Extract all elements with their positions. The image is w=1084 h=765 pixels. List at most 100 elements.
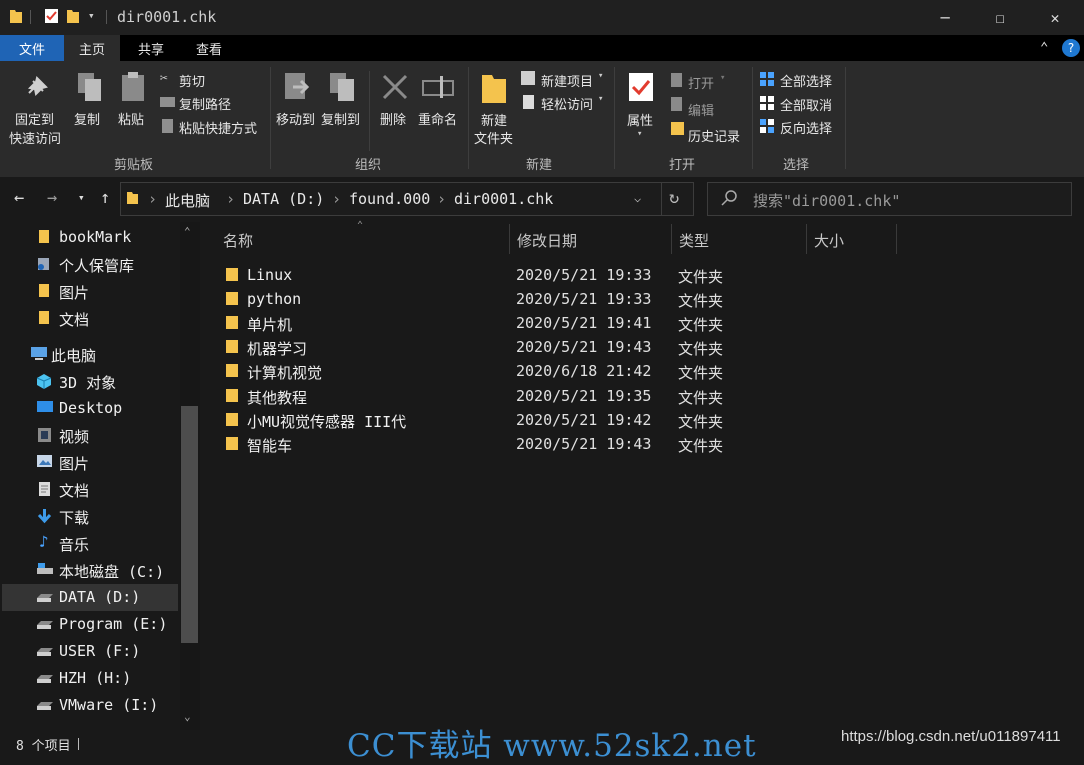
column-divider[interactable] xyxy=(509,224,510,254)
file-row[interactable]: python 2020/5/21 19:33 文件夹 xyxy=(217,287,817,311)
scroll-down-icon[interactable]: ⌄ xyxy=(184,710,191,723)
copy-path-button[interactable]: 复制路径 xyxy=(179,94,231,113)
sidebar-item-documents-quick[interactable]: 文档 xyxy=(2,305,178,332)
file-modified: 2020/5/21 19:43 xyxy=(516,435,652,453)
chevron-down-icon[interactable]: ▾ xyxy=(637,129,642,139)
column-header-size[interactable]: 大小 xyxy=(814,230,844,251)
sidebar-item-desktop[interactable]: Desktop xyxy=(2,395,178,422)
sort-indicator-icon: ⌃ xyxy=(357,220,364,231)
address-dropdown-icon[interactable]: ⌵ xyxy=(634,191,641,205)
file-row[interactable]: Linux 2020/5/21 19:33 文件夹 xyxy=(217,263,817,287)
sidebar-item-drive-h[interactable]: HZH (H:) xyxy=(2,665,178,692)
properties-quick-icon[interactable] xyxy=(44,8,60,24)
column-divider[interactable] xyxy=(806,224,807,254)
column-divider[interactable] xyxy=(896,224,897,254)
properties-button[interactable]: 属性 xyxy=(627,110,653,129)
organize-group-label: 组织 xyxy=(355,158,382,173)
paste-button[interactable]: 粘贴 xyxy=(118,109,144,128)
new-folder-quick-icon[interactable] xyxy=(66,8,80,24)
rename-button[interactable]: 重命名 xyxy=(418,109,457,128)
history-button[interactable]: 历史记录 xyxy=(688,126,740,145)
sidebar-item-pictures-quick[interactable]: 图片 xyxy=(2,278,178,305)
sidebar-item-drive-f[interactable]: USER (F:) xyxy=(2,638,178,665)
breadcrumb-found[interactable]: found.000 xyxy=(349,190,430,208)
select-none-button[interactable]: 全部取消 xyxy=(780,95,832,114)
sidebar-item-drive-c[interactable]: 本地磁盘 (C:) xyxy=(2,557,178,584)
column-header-type[interactable]: 类型 xyxy=(679,230,709,251)
customize-quick-access-icon[interactable]: ▾ xyxy=(88,9,95,22)
cut-button[interactable]: 剪切 xyxy=(179,71,205,90)
tab-view[interactable]: 查看 xyxy=(180,35,238,61)
tab-file[interactable]: 文件 xyxy=(0,35,64,61)
maximize-button[interactable]: ☐ xyxy=(977,0,1023,35)
sidebar-item-drive-d[interactable]: DATA (D:) xyxy=(2,584,178,611)
up-arrow-icon[interactable]: ↑ xyxy=(100,188,110,208)
back-arrow-icon[interactable]: ← xyxy=(14,188,24,208)
forward-arrow-icon[interactable]: → xyxy=(47,188,57,208)
file-row[interactable]: 机器学习 2020/5/21 19:43 文件夹 xyxy=(217,335,817,359)
column-header-modified[interactable]: 修改日期 xyxy=(517,230,577,251)
sidebar-item-drive-i[interactable]: VMware (I:) xyxy=(2,692,178,719)
breadcrumb-separator-icon[interactable]: › xyxy=(148,190,157,208)
scroll-up-icon[interactable]: ⌃ xyxy=(184,225,191,238)
open-button[interactable]: 打开 xyxy=(688,73,714,92)
breadcrumb-this-pc[interactable]: 此电脑 xyxy=(165,190,210,211)
chevron-down-icon[interactable]: ▾ xyxy=(720,73,725,83)
edit-button[interactable]: 编辑 xyxy=(688,100,714,119)
file-row[interactable]: 计算机视觉 2020/6/18 21:42 文件夹 xyxy=(217,359,817,383)
column-header-name[interactable]: 名称 xyxy=(223,230,253,251)
sidebar-item-label: 视频 xyxy=(59,428,90,446)
copy-to-button[interactable]: 复制到 xyxy=(321,109,360,128)
sidebar-item-drive-e[interactable]: Program (E:) xyxy=(2,611,178,638)
file-row[interactable]: 小MU视觉传感器 III代 2020/5/21 19:42 文件夹 xyxy=(217,408,817,432)
desktop-icon xyxy=(36,400,54,414)
breadcrumb-drive[interactable]: DATA (D:) xyxy=(243,190,324,208)
new-folder-label-1[interactable]: 新建 xyxy=(481,110,507,129)
close-button[interactable]: ✕ xyxy=(1032,0,1078,35)
invert-selection-button[interactable]: 反向选择 xyxy=(780,118,832,137)
music-icon: ♪ xyxy=(39,532,49,551)
navigation-scrollbar[interactable]: ⌃ ⌄ xyxy=(180,222,200,730)
tab-home[interactable]: 主页 xyxy=(64,35,120,61)
tab-share[interactable]: 共享 xyxy=(122,35,180,61)
invert-selection-icon xyxy=(760,119,774,133)
chevron-down-icon[interactable]: ▾ xyxy=(598,94,603,104)
file-type: 文件夹 xyxy=(678,292,724,310)
breadcrumb-separator-icon[interactable]: › xyxy=(437,190,446,208)
sidebar-item-music[interactable]: ♪ 音乐 xyxy=(2,530,178,557)
delete-button[interactable]: 删除 xyxy=(380,109,406,128)
refresh-icon[interactable]: ↻ xyxy=(669,188,679,208)
new-item-button[interactable]: 新建项目 xyxy=(541,71,593,90)
sidebar-item-bookmark[interactable]: bookMark xyxy=(2,224,178,251)
file-row[interactable]: 单片机 2020/5/21 19:41 文件夹 xyxy=(217,311,817,335)
select-all-button[interactable]: 全部选择 xyxy=(780,71,832,90)
chevron-down-icon[interactable]: ▾ xyxy=(598,71,603,81)
breadcrumb-current[interactable]: dir0001.chk xyxy=(454,190,553,208)
easy-access-button[interactable]: 轻松访问 xyxy=(541,94,593,113)
file-modified: 2020/5/21 19:33 xyxy=(516,290,652,308)
column-divider[interactable] xyxy=(671,224,672,254)
sidebar-item-downloads[interactable]: 下载 xyxy=(2,503,178,530)
new-folder-label-2[interactable]: 文件夹 xyxy=(474,128,513,147)
paste-shortcut-button[interactable]: 粘贴快捷方式 xyxy=(179,118,257,137)
sidebar-item-videos[interactable]: 视频 xyxy=(2,422,178,449)
pin-quick-access-label-1[interactable]: 固定到 xyxy=(15,109,54,128)
sidebar-item-vault[interactable]: 个人保管库 xyxy=(2,251,178,278)
sidebar-item-3d-objects[interactable]: 3D 对象 xyxy=(2,368,178,395)
help-icon[interactable]: ? xyxy=(1062,39,1080,57)
breadcrumb-separator-icon[interactable]: › xyxy=(226,190,235,208)
recent-locations-icon[interactable]: ▾ xyxy=(78,191,85,204)
sidebar-item-pictures[interactable]: 图片 xyxy=(2,449,178,476)
minimize-button[interactable]: ─ xyxy=(922,0,968,35)
move-to-button[interactable]: 移动到 xyxy=(276,109,315,128)
breadcrumb-separator-icon[interactable]: › xyxy=(332,190,341,208)
file-row[interactable]: 智能车 2020/5/21 19:43 文件夹 xyxy=(217,432,817,456)
copy-button[interactable]: 复制 xyxy=(74,109,100,128)
collapse-ribbon-icon[interactable]: ⌃ xyxy=(1040,40,1048,56)
pin-quick-access-label-2[interactable]: 快速访问 xyxy=(9,128,61,147)
pictures-icon xyxy=(36,454,53,468)
sidebar-item-this-pc[interactable]: 此电脑 xyxy=(2,341,178,368)
sidebar-item-documents[interactable]: 文档 xyxy=(2,476,178,503)
scrollbar-thumb[interactable] xyxy=(181,406,198,643)
file-row[interactable]: 其他教程 2020/5/21 19:35 文件夹 xyxy=(217,384,817,408)
